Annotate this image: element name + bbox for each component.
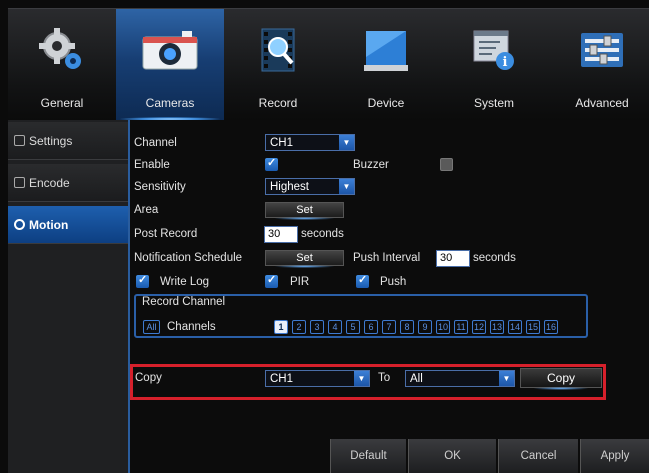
push-label: Push (380, 276, 407, 288)
push-interval-label: Push Interval (353, 252, 421, 264)
copy-from-select[interactable]: CH1 ▼ (265, 370, 370, 387)
ok-button[interactable]: OK (408, 439, 496, 473)
gears-icon (38, 27, 86, 78)
copy-button[interactable]: Copy (520, 368, 602, 390)
record-channel-title: Record Channel (142, 296, 226, 308)
tab-cameras[interactable]: Cameras (116, 9, 224, 121)
channel-select[interactable]: CH1 ▼ (265, 134, 355, 151)
copy-from-value: CH1 (270, 373, 294, 385)
channel-checkbox-13[interactable]: 13 (490, 320, 504, 334)
push-checkbox[interactable] (356, 273, 369, 288)
camera-icon (140, 27, 200, 76)
channel-value: CH1 (270, 137, 294, 149)
channel-checkbox-12[interactable]: 12 (472, 320, 486, 334)
copy-to-value: All (410, 373, 423, 385)
channels-label: Channels (167, 321, 216, 333)
channel-checkbox-1[interactable]: 1 (274, 320, 288, 334)
copy-to-select[interactable]: All ▼ (405, 370, 515, 387)
write-log-label: Write Log (160, 276, 210, 288)
post-record-input[interactable]: 30 (264, 226, 298, 243)
channel-checkbox-15[interactable]: 15 (526, 320, 540, 334)
sidebar-item-motion[interactable]: Motion (8, 206, 128, 244)
sidebar-item-encode[interactable]: Encode (8, 164, 128, 202)
cancel-button[interactable]: Cancel (498, 439, 578, 473)
enable-checkbox[interactable] (265, 156, 278, 171)
tab-system[interactable]: i System (440, 9, 548, 121)
push-interval-unit: seconds (473, 252, 516, 264)
channel-checkbox-6[interactable]: 6 (364, 320, 378, 334)
enable-label: Enable (134, 159, 170, 171)
push-interval-input[interactable]: 30 (436, 250, 470, 267)
write-log-checkbox[interactable] (136, 273, 149, 288)
settings-icon (14, 135, 25, 146)
tab-record-label: Record (258, 96, 298, 110)
dvr-settings-window: General Cameras Record Device i System A… (0, 0, 649, 473)
area-set-button[interactable]: Set (265, 202, 344, 220)
tab-record[interactable]: Record (224, 9, 332, 121)
channel-checkbox-14[interactable]: 14 (508, 320, 522, 334)
chevron-down-icon: ▼ (354, 371, 369, 386)
tab-device-label: Device (367, 96, 405, 110)
tab-cameras-label: Cameras (145, 96, 195, 110)
notification-schedule-label: Notification Schedule (134, 252, 243, 264)
all-channels-toggle[interactable]: All (143, 320, 160, 334)
channel-checkbox-7[interactable]: 7 (382, 320, 396, 334)
main-tab-bar: General Cameras Record Device i System A… (8, 8, 649, 121)
channel-checkbox-11[interactable]: 11 (454, 320, 468, 334)
sidebar-item-motion-label: Motion (29, 218, 69, 232)
buzzer-checkbox[interactable] (440, 158, 453, 171)
channel-checkbox-5[interactable]: 5 (346, 320, 360, 334)
sidebar-item-settings-label: Settings (29, 134, 73, 148)
post-record-label: Post Record (134, 228, 198, 240)
film-magnifier-icon (256, 27, 300, 78)
channel-checkbox-3[interactable]: 3 (310, 320, 324, 334)
pir-checkbox[interactable] (265, 273, 278, 288)
chevron-down-icon: ▼ (339, 179, 354, 194)
tab-advanced-label: Advanced (575, 96, 629, 110)
chevron-down-icon: ▼ (499, 371, 514, 386)
chevron-down-icon: ▼ (339, 135, 354, 150)
post-record-unit: seconds (301, 228, 344, 240)
tab-general-label: General (40, 96, 84, 110)
default-button[interactable]: Default (330, 439, 406, 473)
sidebar-item-settings[interactable]: Settings (8, 122, 128, 160)
apply-button[interactable]: Apply (580, 439, 649, 473)
channel-checkbox-16[interactable]: 16 (544, 320, 558, 334)
copy-to-label: To (378, 372, 391, 384)
channel-checkbox-9[interactable]: 9 (418, 320, 432, 334)
sensitivity-select[interactable]: Highest ▼ (265, 178, 355, 195)
motion-settings-panel: Channel CH1 ▼ Enable Buzzer Sensitivity … (130, 120, 649, 473)
channel-label: Channel (134, 137, 177, 149)
channel-checkbox-4[interactable]: 4 (328, 320, 342, 334)
tab-advanced[interactable]: Advanced (548, 9, 649, 121)
sliders-icon (578, 27, 626, 78)
channel-checkbox-2[interactable]: 2 (292, 320, 306, 334)
hard-drive-icon (362, 27, 410, 78)
encode-icon (14, 177, 25, 188)
copy-label: Copy (135, 372, 162, 384)
svg-text:i: i (503, 55, 508, 70)
tab-device[interactable]: Device (332, 9, 440, 121)
sensitivity-value: Highest (270, 181, 309, 193)
channel-checkbox-10[interactable]: 10 (436, 320, 450, 334)
info-window-icon: i (470, 27, 518, 78)
sidebar-item-encode-label: Encode (29, 176, 70, 190)
pir-label: PIR (290, 276, 310, 288)
tab-system-label: System (473, 96, 514, 110)
sidebar: Settings Encode Motion (8, 120, 130, 473)
motion-icon (14, 219, 25, 230)
channel-checkbox-8[interactable]: 8 (400, 320, 414, 334)
sensitivity-label: Sensitivity (134, 181, 186, 193)
area-label: Area (134, 204, 159, 216)
tab-general[interactable]: General (8, 9, 116, 121)
notification-schedule-set-button[interactable]: Set (265, 250, 344, 268)
buzzer-label: Buzzer (353, 159, 389, 171)
